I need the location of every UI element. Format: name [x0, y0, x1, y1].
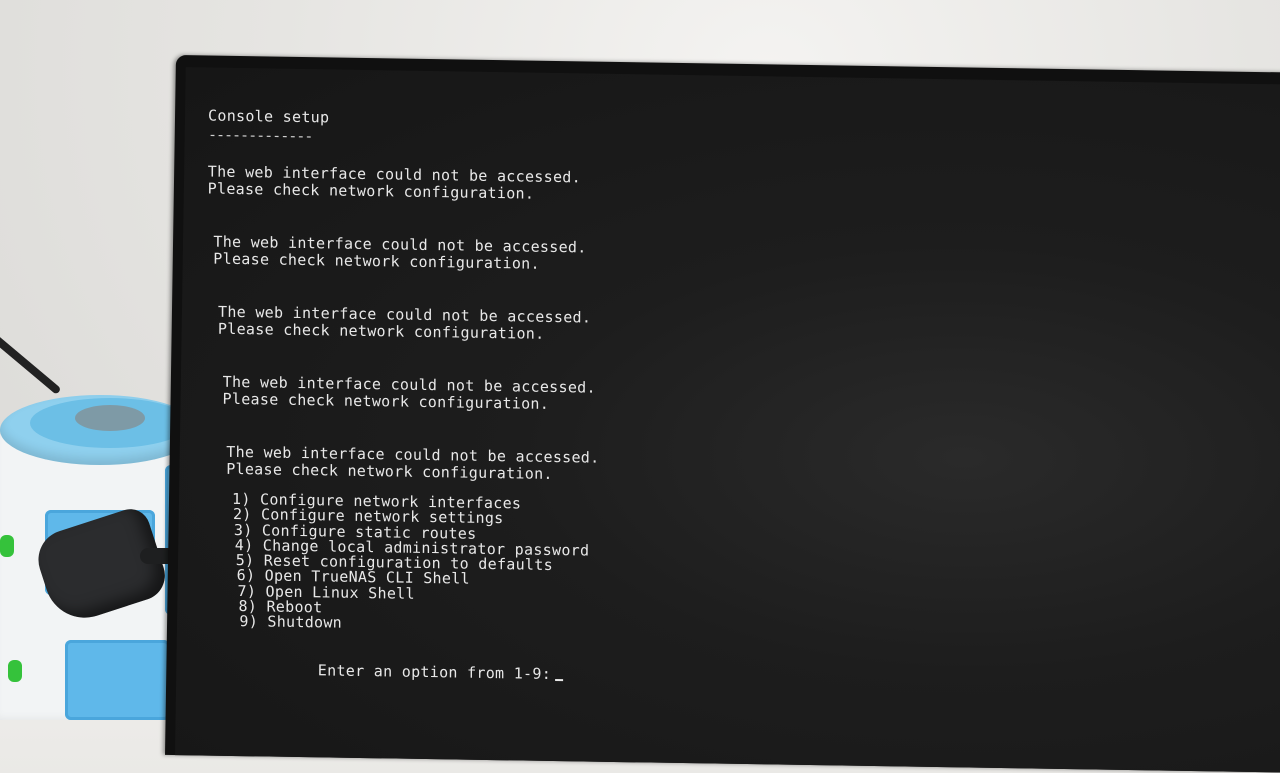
power-indicator-light [0, 535, 14, 557]
warning-message: The web interface could not be accessed.… [213, 233, 907, 279]
warning-message: The web interface could not be accessed.… [223, 373, 907, 419]
option-prompt[interactable]: Enter an option from 1-9: [243, 644, 905, 705]
power-socket [65, 640, 170, 720]
prompt-text: Enter an option from 1-9: [317, 660, 552, 683]
warning-message: The web interface could not be accessed.… [218, 303, 907, 349]
power-strip-knob [75, 405, 145, 431]
warning-message: The web interface could not be accessed.… [208, 163, 908, 209]
monitor: Console setup ------------- The web inte… [165, 55, 1280, 773]
console-menu: 1) Configure network interfaces 2) Confi… [231, 490, 906, 640]
text-cursor [555, 678, 564, 681]
power-indicator-light [8, 660, 22, 682]
warning-message: The web interface could not be accessed.… [226, 443, 906, 489]
console-text: Console setup ------------- The web inte… [205, 107, 908, 706]
monitor-screen: Console setup ------------- The web inte… [175, 67, 1280, 773]
